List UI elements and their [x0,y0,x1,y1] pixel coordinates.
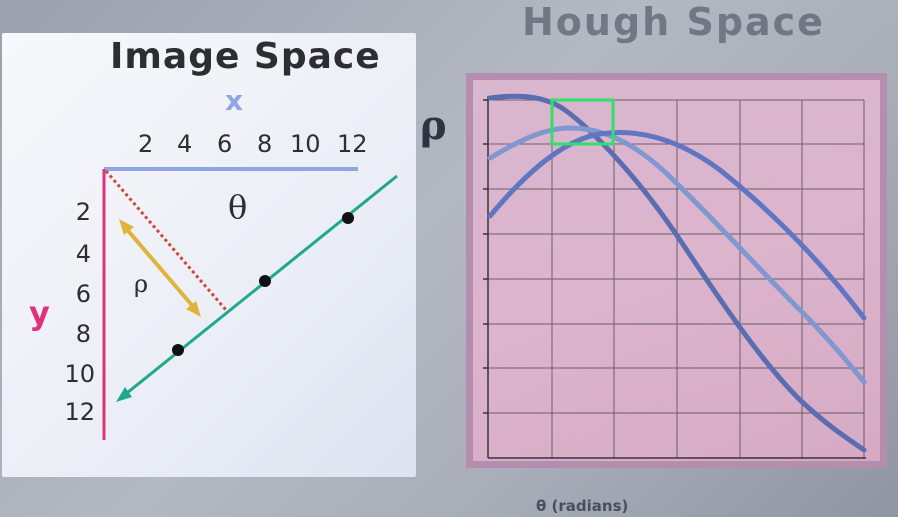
hough-theta-label: θ (radians) [536,497,629,515]
hough-space-plot [483,93,867,459]
